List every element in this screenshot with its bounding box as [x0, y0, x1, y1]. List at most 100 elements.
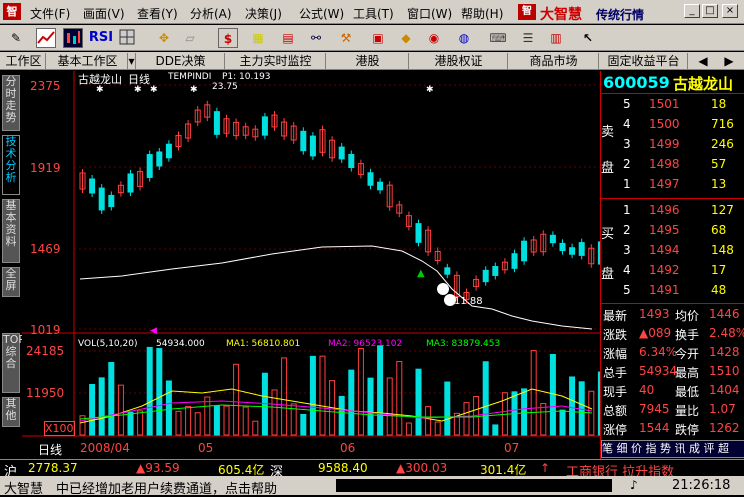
keyboard-icon[interactable]: ⌨ [488, 28, 508, 48]
stat-l: 现手 [603, 385, 628, 399]
maximize-button[interactable]: □ [702, 4, 718, 18]
crosshair-icon[interactable]: ✥ [154, 28, 174, 48]
tab-fixed-income[interactable]: 固定收益平台 [600, 53, 688, 69]
bid-p: 1494 [649, 243, 680, 257]
close-button[interactable]: × [722, 4, 738, 18]
stat-v2: 1404 [709, 383, 740, 397]
diamond-icon[interactable]: ◆ [396, 28, 416, 48]
volume-bar [185, 405, 192, 436]
quote-bottom-tabs[interactable]: 笔 细 价 指 势 讯 成 评 超 [601, 440, 744, 458]
stat-l2: 跌停 [675, 423, 700, 437]
volume-bar [521, 388, 528, 436]
status-bar: 沪 2778.37 ▲93.59 605.4亿 深 9588.40 ▲300.0… [0, 459, 744, 497]
tab-commodity[interactable]: 商品市场 [509, 53, 599, 69]
sell-label: 卖 [601, 125, 615, 140]
menu-formula[interactable]: 公式(W) [299, 5, 344, 22]
tab-dropdown-icon[interactable]: ▾ [128, 53, 136, 69]
speaker-icon[interactable]: ♪ [630, 478, 638, 492]
volume-bar [175, 410, 182, 436]
ruler-icon[interactable]: ▱ [180, 28, 200, 48]
rsi-button[interactable]: RSI [88, 28, 114, 48]
menu-view[interactable]: 画面(V) [83, 5, 125, 22]
smile-icon-1 [437, 283, 449, 295]
stat-l2: 均价 [675, 309, 700, 323]
vol-value: 54934.000 [156, 339, 205, 349]
volume-bar [156, 348, 163, 436]
candles-group [79, 100, 600, 304]
chart-title: 古越龙山 [78, 73, 122, 86]
date-period: 日线 [38, 443, 63, 457]
bars-icon[interactable]: ▥ [546, 28, 566, 48]
binoculars-icon[interactable]: ⚯ [306, 28, 326, 48]
ask-n: 2 [623, 157, 631, 171]
sz-change: ▲300.03 [396, 461, 448, 475]
ask-p: 1499 [649, 137, 680, 151]
menu-lookup[interactable]: 查看(Y) [137, 5, 178, 22]
tools-icon[interactable]: ⚒ [336, 28, 356, 48]
tab-prev-icon[interactable]: ◀ [690, 53, 716, 69]
left-tab-other[interactable]: 其他 [2, 397, 20, 427]
tab-dde[interactable]: DDE决策 [137, 53, 225, 69]
tab-hk[interactable]: 港股 [327, 53, 409, 69]
volume-bar [434, 421, 441, 436]
bid-n: 2 [623, 223, 631, 237]
menu-help[interactable]: 帮助(H) [461, 5, 503, 22]
ask-v: 246 [711, 137, 734, 151]
stock-name: 古越龙山 [673, 75, 734, 93]
tab-next-icon[interactable]: ▶ [716, 53, 742, 69]
volume-bar [540, 403, 547, 436]
dollar-button[interactable]: $ [218, 28, 238, 48]
bid-n: 3 [623, 243, 631, 257]
menu-analysis[interactable]: 分析(A) [190, 5, 232, 22]
menu-decision[interactable]: 决策(J) [245, 5, 282, 22]
left-tab-timeshare[interactable]: 分时走势 [2, 75, 20, 131]
alert-icon[interactable]: ▤ [278, 28, 298, 48]
minimize-button[interactable]: _ [684, 4, 700, 18]
signal-icon[interactable]: ▦ [248, 28, 268, 48]
stat-v: 54934 [639, 364, 678, 378]
record-icon[interactable]: ◉ [424, 28, 444, 48]
menu-window[interactable]: 窗口(W) [407, 5, 452, 22]
tab-workspace[interactable]: 工作区 [2, 53, 46, 69]
pencil-icon[interactable]: ✎ [6, 28, 26, 48]
bid-v: 48 [711, 283, 727, 297]
vol-ma2: MA2: 96523.102 [328, 339, 403, 349]
vol-ma3: MA3: 83879.453 [426, 339, 501, 349]
help-pointer-icon[interactable]: ↖ [578, 28, 598, 48]
bid-n: 5 [623, 283, 631, 297]
toolbar: ✎ RSI ✥ ▱ $ ▦ ▤ ⚯ ⚒ ▣ ◆ ◉ ◍ ⌨ ☰ ▥ ↖ [0, 25, 744, 51]
stat-l: 涨停 [603, 423, 628, 437]
bid-v: 17 [711, 263, 727, 277]
left-tab-fundamental[interactable]: 基本资料 [2, 199, 20, 263]
tab-basic-workspace[interactable]: 基本工作区 [48, 53, 128, 69]
chart-icon[interactable] [36, 28, 56, 48]
kline-icon[interactable] [63, 28, 83, 48]
volume-bar [242, 406, 249, 436]
tab-monitor[interactable]: 主力实时监控 [226, 53, 326, 69]
ask-p: 1501 [649, 97, 680, 111]
left-tab-technical[interactable]: 技术分析 [2, 135, 20, 195]
ask-v: 716 [711, 117, 734, 131]
volume-bar [127, 411, 134, 436]
grid-icon[interactable] [117, 28, 137, 48]
tab-hk-warrant[interactable]: 港股权证 [410, 53, 508, 69]
stat-v2: 1.07 [709, 402, 736, 416]
stat-v2: 1446 [709, 307, 740, 321]
volume-bar [338, 395, 345, 436]
stat-l: 总额 [603, 404, 628, 418]
menu-file[interactable]: 文件(F) [30, 5, 70, 22]
status-message[interactable]: 中已经增加老用户续费通道，点击帮助 [56, 478, 277, 497]
sz-index: 9588.40 [318, 461, 368, 475]
left-tab-top[interactable]: TOP综合 [2, 333, 25, 393]
left-tab-fullscreen[interactable]: 全屏 [2, 267, 20, 297]
menu-tools[interactable]: 工具(T) [353, 5, 394, 22]
volume-bar [425, 406, 432, 436]
bid-p: 1496 [649, 203, 680, 217]
list-icon[interactable]: ☰ [518, 28, 538, 48]
kline-chart[interactable]: ▲ ◀ ✱ ✱ ✱ ✱ ✱ 古越龙山 日线 TEMPINDI P1: 10.19… [22, 71, 600, 460]
globe-icon[interactable]: ◍ [454, 28, 474, 48]
report-icon[interactable]: ▣ [368, 28, 388, 48]
stat-l2: 换手 [675, 328, 700, 342]
volume-bar [213, 405, 220, 436]
app-icon[interactable]: 智 [3, 3, 21, 20]
